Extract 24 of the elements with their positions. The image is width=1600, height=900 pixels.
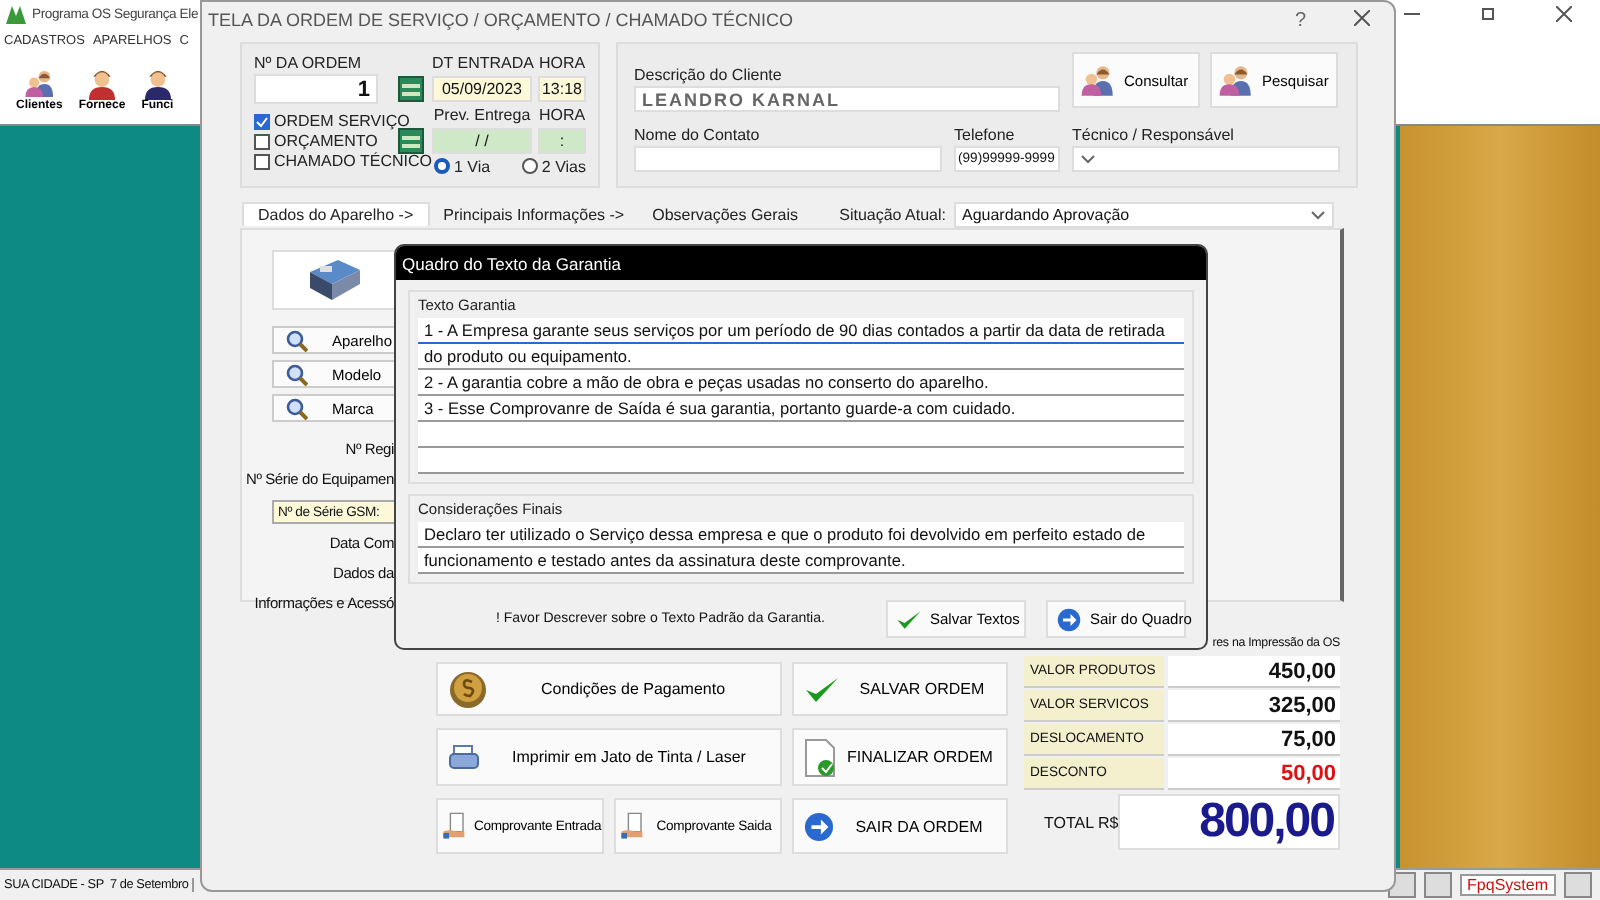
window-title: TELA DA ORDEM DE SERVIÇO / ORÇAMENTO / CHAMADO TÉCNICO xyxy=(208,10,794,30)
total-label: TOTAL R$ xyxy=(1042,813,1114,831)
phone-label: Telefone xyxy=(954,126,1017,144)
total-row-value: 325,00 xyxy=(1168,690,1340,722)
client-description-label: Descrição do Cliente xyxy=(634,66,784,84)
forecast-time-label: HORA xyxy=(538,105,586,124)
total-row-value: 450,00 xyxy=(1168,656,1340,688)
radio-label: 1 Via xyxy=(454,157,491,176)
contact-label: Nome do Contato xyxy=(634,126,762,144)
checkbox-label: ORÇAMENTO xyxy=(274,132,378,150)
entry-date-label: DT ENTRADA xyxy=(432,54,532,73)
entry-time-label: HORA xyxy=(538,54,586,73)
checkbox-label: ORDEM SERVIÇO xyxy=(274,112,410,130)
checkbox-label: CHAMADO TÉCNICO xyxy=(274,152,432,170)
dialog-title: Quadro do Texto da Garantia xyxy=(402,253,621,273)
forecast-date-label: Prev. Entrega xyxy=(432,105,532,124)
status-brand: FpqSystem xyxy=(1459,874,1556,896)
technician-label: Técnico / Responsável xyxy=(1072,126,1236,144)
radio-label: 2 Vias xyxy=(541,157,586,176)
total-row-value: 75,00 xyxy=(1168,724,1340,756)
total-row-value: 50,00 xyxy=(1168,758,1340,790)
total-value: 800,00 xyxy=(1118,794,1340,850)
order-number-label: Nº DA ORDEM xyxy=(254,54,364,72)
status-label: Situação Atual: xyxy=(839,205,946,223)
